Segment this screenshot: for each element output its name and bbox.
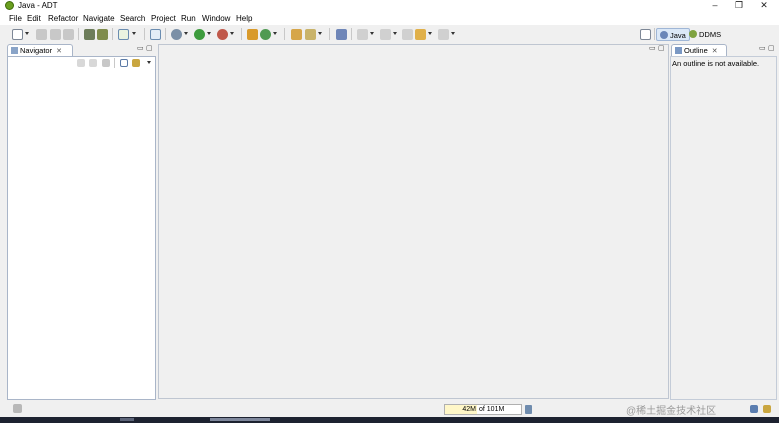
print-icon[interactable] [63, 29, 74, 40]
debug-icon[interactable] [171, 29, 182, 40]
back-icon[interactable] [415, 29, 426, 40]
minimize-navigator-icon[interactable]: ▭ [137, 44, 144, 52]
search-icon[interactable] [305, 29, 316, 40]
ddms-perspective-icon [689, 30, 697, 38]
fast-view-icon[interactable] [13, 404, 22, 413]
navigator-view[interactable] [7, 56, 156, 400]
heap-status[interactable]: 42M of 101M [444, 404, 522, 415]
perspective-java[interactable]: Java [656, 28, 690, 41]
outline-icon [675, 47, 682, 54]
new-java-class-icon[interactable] [260, 29, 271, 40]
tab-outline[interactable]: Outline ✕ [671, 44, 727, 56]
new-dropdown-icon[interactable] [25, 32, 29, 35]
outline-view[interactable]: An outline is not available. [670, 56, 777, 400]
taskbar-item[interactable] [210, 418, 270, 421]
toolbar-separator [112, 28, 113, 40]
next-annotation-dropdown-icon[interactable] [370, 32, 374, 35]
toolbar-separator [284, 28, 285, 40]
tray-icon[interactable] [763, 405, 771, 413]
navigator-forward-icon[interactable] [89, 59, 97, 67]
navigator-icon [11, 47, 18, 54]
android-avd-manager-icon[interactable] [97, 29, 108, 40]
menu-help[interactable]: Help [236, 14, 252, 24]
perspective-ddms[interactable]: DDMS [686, 28, 724, 41]
new-class-dropdown-icon[interactable] [273, 32, 277, 35]
forward-dropdown-icon[interactable] [451, 32, 455, 35]
previous-annotation-dropdown-icon[interactable] [393, 32, 397, 35]
maximize-outline-icon[interactable]: ▢ [768, 44, 775, 52]
maximize-button[interactable]: ❐ [727, 0, 751, 12]
minimize-button[interactable]: – [703, 0, 727, 12]
tray-icon[interactable] [750, 405, 758, 413]
forward-icon[interactable] [438, 29, 449, 40]
search-dropdown-icon[interactable] [318, 32, 322, 35]
maximize-navigator-icon[interactable]: ▢ [146, 44, 153, 52]
lint-dropdown-icon[interactable] [132, 32, 136, 35]
last-edit-location-icon[interactable] [402, 29, 413, 40]
minimize-editor-icon[interactable]: ▭ [649, 44, 656, 52]
run-dropdown-icon[interactable] [207, 32, 211, 35]
heap-used: 42M [462, 406, 476, 413]
close-button[interactable]: ✕ [752, 0, 776, 12]
maximize-editor-icon[interactable]: ▢ [658, 44, 665, 52]
save-all-icon[interactable] [50, 29, 61, 40]
debug-dropdown-icon[interactable] [184, 32, 188, 35]
toolbar-separator [165, 28, 166, 40]
new-icon[interactable] [12, 29, 23, 40]
minimize-outline-icon[interactable]: ▭ [759, 44, 766, 52]
collapse-all-icon[interactable] [120, 59, 128, 67]
navigator-up-icon[interactable] [102, 59, 110, 67]
back-dropdown-icon[interactable] [428, 32, 432, 35]
android-sdk-manager-icon[interactable] [84, 29, 95, 40]
lint-check-icon[interactable] [118, 29, 129, 40]
open-type-icon[interactable] [291, 29, 302, 40]
android-project-icon[interactable] [150, 29, 161, 40]
garbage-collect-icon[interactable] [525, 405, 532, 414]
toolbar-separator [241, 28, 242, 40]
menu-run[interactable]: Run [181, 14, 196, 24]
menu-refactor[interactable]: Refactor [48, 14, 78, 24]
watermark: @稀土掘金技术社区 [626, 406, 717, 417]
menu-edit[interactable]: Edit [27, 14, 41, 24]
external-tools-icon[interactable] [217, 29, 228, 40]
next-annotation-icon[interactable] [357, 29, 368, 40]
menu-navigate[interactable]: Navigate [83, 14, 115, 24]
heap-total: of 101M [479, 406, 505, 413]
tab-navigator[interactable]: Navigator ✕ [7, 44, 73, 56]
view-menu-icon[interactable] [147, 61, 151, 64]
window-title: Java - ADT [18, 1, 58, 10]
editor-area[interactable] [158, 44, 669, 399]
save-icon[interactable] [36, 29, 47, 40]
run-icon[interactable] [194, 29, 205, 40]
previous-annotation-icon[interactable] [380, 29, 391, 40]
menu-bar: File Edit Refactor Navigate Search Proje… [0, 12, 779, 25]
menu-window[interactable]: Window [202, 14, 230, 24]
link-with-editor-icon[interactable] [132, 59, 140, 67]
toolbar-separator [654, 28, 655, 40]
open-perspective-icon[interactable] [640, 29, 651, 40]
menu-file[interactable]: File [9, 14, 22, 24]
menu-search[interactable]: Search [120, 14, 145, 24]
toolbar-separator [78, 28, 79, 40]
menu-project[interactable]: Project [151, 14, 176, 24]
new-java-package-icon[interactable] [247, 29, 258, 40]
toolbar-separator [144, 28, 145, 40]
toolbar-separator [351, 28, 352, 40]
navigator-toolbar [8, 57, 155, 70]
main-toolbar: Java DDMS [0, 25, 779, 43]
toolbar-separator [114, 58, 115, 68]
external-tools-dropdown-icon[interactable] [230, 32, 234, 35]
title-bar: Java - ADT – ❐ ✕ [0, 0, 779, 12]
adt-app-icon [5, 1, 14, 10]
navigator-back-icon[interactable] [77, 59, 85, 67]
taskbar-item[interactable] [120, 418, 134, 421]
toggle-mark-occurrences-icon[interactable] [336, 29, 347, 40]
toolbar-separator [329, 28, 330, 40]
os-taskbar [0, 417, 779, 423]
outline-message: An outline is not available. [672, 59, 760, 68]
java-perspective-icon [660, 31, 668, 39]
